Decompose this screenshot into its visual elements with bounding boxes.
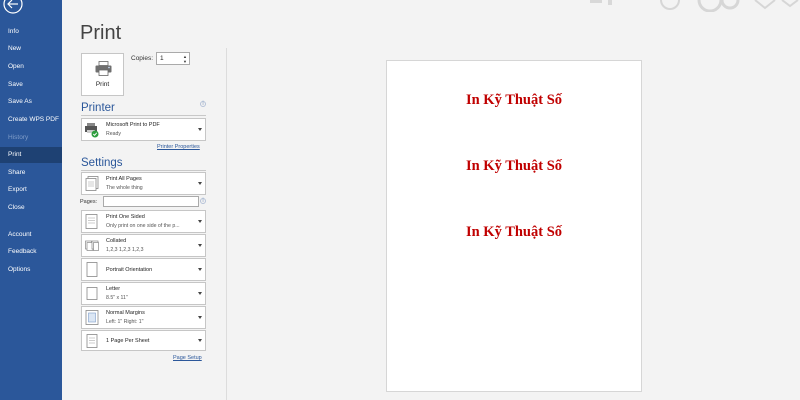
margins-icon	[85, 310, 99, 325]
panel-divider	[226, 48, 227, 400]
copies-stepper[interactable]: 1 ▲ ▼	[156, 52, 190, 65]
paper-size-dropdown[interactable]: Letter 8.5" x 11"	[81, 282, 206, 305]
nav-new[interactable]: New	[0, 41, 62, 57]
settings-divider	[81, 170, 206, 171]
print-preview-page: In Kỹ Thuật Số In Kỹ Thuật Số In Kỹ Thuậ…	[386, 60, 642, 392]
paper-size-icon	[86, 287, 98, 300]
print-range-title: Print All Pages	[106, 176, 142, 182]
chevron-down-icon	[198, 316, 202, 319]
back-button[interactable]	[1, 0, 27, 18]
nav-share[interactable]: Share	[0, 165, 62, 181]
back-arrow-icon	[3, 0, 23, 14]
nav-feedback[interactable]: Feedback	[0, 244, 62, 260]
page-title: Print	[80, 22, 122, 44]
margins-subtitle: Left: 1" Right: 1"	[106, 319, 144, 325]
nav-info[interactable]: Info	[0, 24, 62, 40]
print-button-label: Print	[95, 81, 110, 88]
collation-dropdown[interactable]: Collated 1,2,3 1,2,3 1,2,3	[81, 234, 206, 257]
pages-input[interactable]	[103, 196, 199, 207]
orientation-title: Portrait Orientation	[106, 267, 153, 273]
sides-title: Print One Sided	[106, 214, 145, 220]
chevron-down-icon	[198, 339, 202, 342]
pages-per-sheet-dropdown[interactable]: 1 Page Per Sheet	[81, 330, 206, 351]
nav-options[interactable]: Options	[0, 262, 62, 278]
margins-title: Normal Margins	[106, 310, 145, 316]
collation-subtitle: 1,2,3 1,2,3 1,2,3	[106, 247, 144, 253]
printer-ready-icon	[85, 123, 99, 138]
copies-label: Copies:	[131, 55, 154, 62]
print-button[interactable]: Print	[81, 53, 124, 96]
chevron-down-icon	[198, 268, 202, 271]
settings-heading: Settings	[81, 157, 123, 169]
chevron-down-icon	[198, 244, 202, 247]
paper-size-subtitle: 8.5" x 11"	[106, 295, 128, 301]
chevron-down-icon	[198, 220, 202, 223]
chevron-down-icon	[198, 292, 202, 295]
copies-spin-buttons[interactable]: ▲ ▼	[182, 54, 188, 64]
nav-save-as[interactable]: Save As	[0, 94, 62, 110]
chevron-down-icon	[198, 128, 202, 131]
page-setup-link[interactable]: Page Setup	[173, 355, 202, 361]
printer-divider	[81, 115, 206, 116]
preview-text-line: In Kỹ Thuật Số	[465, 224, 563, 240]
printer-info-icon[interactable]: i	[200, 101, 206, 107]
printer-heading: Printer	[81, 102, 115, 114]
sides-subtitle: Only print on one side of the p...	[106, 223, 180, 229]
collated-icon	[85, 240, 99, 251]
portrait-icon	[86, 262, 98, 277]
print-range-dropdown[interactable]: Print All Pages The whole thing	[81, 172, 206, 195]
printer-properties-link[interactable]: Printer Properties	[157, 144, 200, 150]
pages-per-sheet-icon	[86, 334, 98, 348]
backstage-decoration-icon	[590, 0, 799, 12]
pages-icon	[85, 176, 99, 191]
pages-info-icon[interactable]: i	[200, 198, 206, 204]
backstage-nav: Info New Open Save Save As Create WPS PD…	[0, 0, 62, 400]
collation-title: Collated	[106, 238, 127, 244]
nav-open[interactable]: Open	[0, 59, 62, 75]
printer-status: Ready	[106, 131, 121, 137]
nav-export[interactable]: Export	[0, 182, 62, 198]
spin-down-icon[interactable]: ▼	[182, 59, 188, 64]
one-sided-icon	[85, 214, 98, 229]
printer-dropdown[interactable]: Microsoft Print to PDF Ready	[81, 118, 206, 141]
printer-name: Microsoft Print to PDF	[106, 122, 160, 128]
preview-text-line: In Kỹ Thuật Số	[465, 158, 563, 174]
nav-history: History	[8, 134, 29, 141]
print-range-subtitle: The whole thing	[106, 185, 143, 191]
sides-dropdown[interactable]: Print One Sided Only print on one side o…	[81, 210, 206, 233]
pages-per-sheet-title: 1 Page Per Sheet	[106, 338, 150, 344]
chevron-down-icon	[198, 182, 202, 185]
copies-value: 1	[160, 55, 164, 62]
printer-icon	[95, 61, 112, 76]
orientation-dropdown[interactable]: Portrait Orientation	[81, 258, 206, 281]
nav-save[interactable]: Save	[0, 77, 62, 93]
pages-label: Pages:	[80, 199, 98, 205]
nav-create-wps-pdf[interactable]: Create WPS PDF	[0, 112, 62, 128]
nav-close[interactable]: Close	[0, 200, 62, 216]
nav-account[interactable]: Account	[0, 227, 62, 243]
nav-print[interactable]: Print	[0, 147, 62, 163]
paper-size-title: Letter	[106, 286, 121, 292]
preview-text-line: In Kỹ Thuật Số	[465, 92, 563, 108]
margins-dropdown[interactable]: Normal Margins Left: 1" Right: 1"	[81, 306, 206, 329]
